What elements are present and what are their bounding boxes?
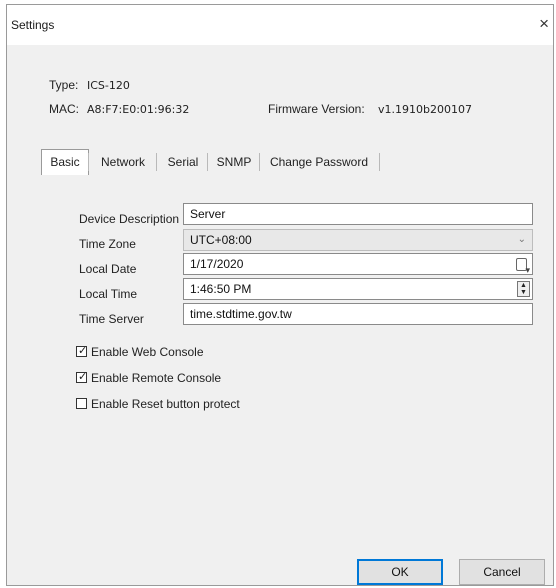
- settings-dialog: Settings × Type: ICS-120 MAC: A8:F7:E0:0…: [6, 4, 554, 586]
- firmware-label: Firmware Version:: [268, 102, 365, 116]
- window-title: Settings: [11, 18, 55, 32]
- tab-separator: [379, 153, 380, 171]
- tab-separator: [207, 153, 208, 171]
- calendar-icon[interactable]: ▾: [516, 258, 530, 275]
- tab-separator: [156, 153, 157, 171]
- spin-up-icon[interactable]: ▲: [520, 282, 527, 289]
- local-date-value: 1/17/2020: [190, 257, 244, 271]
- title-bar: Settings ×: [7, 5, 553, 45]
- tab-basic[interactable]: Basic: [41, 149, 89, 175]
- checkbox-box[interactable]: [76, 398, 87, 409]
- chevron-down-icon[interactable]: ⌄: [518, 230, 526, 250]
- mac-label: MAC:: [49, 102, 79, 116]
- time-zone-label: Time Zone: [79, 237, 136, 251]
- tab-separator: [88, 153, 89, 171]
- spin-down-icon[interactable]: ▼: [520, 289, 527, 296]
- checkbox-label: Enable Remote Console: [91, 371, 222, 385]
- time-server-label: Time Server: [79, 312, 144, 326]
- ok-button[interactable]: OK: [357, 559, 443, 585]
- type-value: ICS-120: [87, 79, 130, 92]
- spinner-icon[interactable]: ▲ ▼: [517, 281, 530, 297]
- checkmark-icon: ✓: [78, 371, 88, 383]
- firmware-value: v1.1910b200107: [378, 103, 472, 116]
- tab-network[interactable]: Network: [93, 150, 153, 174]
- tab-serial[interactable]: Serial: [161, 150, 205, 174]
- checkbox-label: Enable Reset button protect: [91, 397, 240, 411]
- local-time-value: 1:46:50 PM: [190, 282, 252, 296]
- local-date-picker[interactable]: 1/17/2020 ▾: [183, 253, 533, 275]
- time-zone-value: UTC+08:00: [190, 233, 252, 247]
- checkbox-box[interactable]: ✓: [76, 371, 88, 383]
- local-time-input[interactable]: 1:46:50 PM ▲ ▼: [183, 278, 533, 300]
- tab-snmp[interactable]: SNMP: [210, 150, 258, 174]
- device-description-label: Device Description: [79, 212, 180, 226]
- local-time-label: Local Time: [79, 287, 138, 301]
- mac-value: A8:F7:E0:01:96:32: [87, 103, 190, 116]
- tab-separator: [259, 153, 260, 171]
- close-icon[interactable]: ×: [539, 14, 549, 34]
- cancel-button[interactable]: Cancel: [459, 559, 545, 585]
- type-label: Type:: [49, 78, 79, 92]
- checkbox-label: Enable Web Console: [91, 345, 204, 359]
- time-server-input[interactable]: time.stdtime.gov.tw: [183, 303, 533, 325]
- local-date-label: Local Date: [79, 262, 137, 276]
- device-description-input[interactable]: Server: [183, 203, 533, 225]
- time-zone-select[interactable]: UTC+08:00 ⌄: [183, 229, 533, 251]
- checkbox-box[interactable]: ✓: [76, 345, 88, 357]
- tab-change-password[interactable]: Change Password: [263, 150, 375, 174]
- checkmark-icon: ✓: [78, 345, 88, 357]
